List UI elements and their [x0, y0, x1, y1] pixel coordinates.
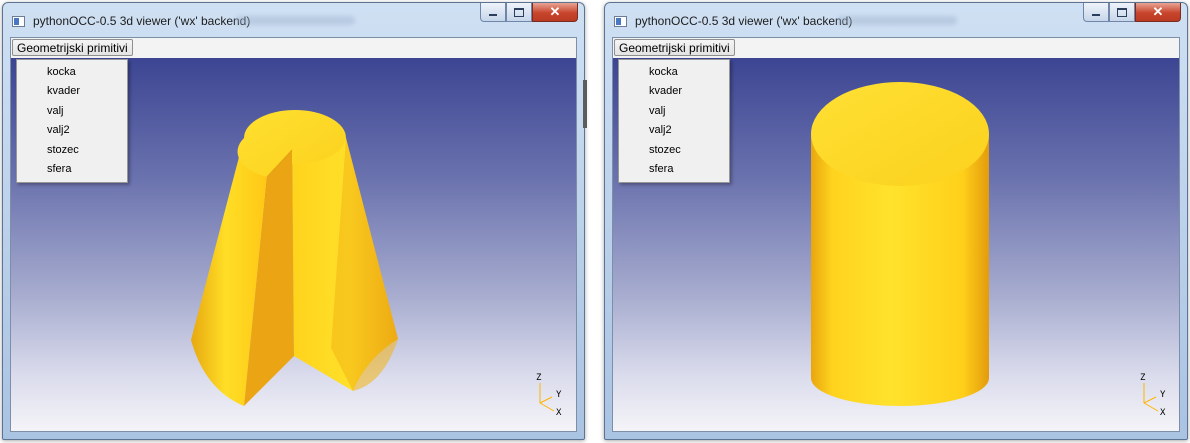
maximize-button[interactable]: [1109, 3, 1135, 22]
axis-x-label: X: [1160, 408, 1166, 417]
axis-triad: Z Y X: [1140, 373, 1166, 417]
menu-item-stozec[interactable]: stozec: [619, 141, 729, 160]
menu-item-sfera[interactable]: sfera: [619, 160, 729, 179]
minimize-icon: [489, 13, 497, 16]
maximize-button[interactable]: [506, 3, 532, 22]
viewer-window-left: pythonOCC-0.5 3d viewer ('wx' backend) ✕…: [2, 2, 585, 440]
client-area: Geometrijski primitivi Z Y X kocka kvade…: [612, 37, 1180, 432]
background-window-edge: [583, 80, 587, 128]
title-bar[interactable]: pythonOCC-0.5 3d viewer ('wx' backend) ✕: [3, 3, 584, 37]
menu-item-valj2[interactable]: valj2: [619, 121, 729, 140]
axis-z-label: Z: [1140, 373, 1146, 383]
axis-x-label: X: [556, 408, 562, 417]
background-window-title-blur: [235, 16, 355, 25]
menu-item-valj[interactable]: valj: [619, 102, 729, 121]
window-title: pythonOCC-0.5 3d viewer ('wx' backend): [33, 14, 251, 28]
window-controls: ✕: [1083, 3, 1181, 23]
menu-bar: Geometrijski primitivi: [613, 38, 1179, 58]
axis-y-label: Y: [1160, 390, 1166, 400]
menu-item-kvader[interactable]: kvader: [17, 82, 127, 101]
client-area: Geometrijski primitivi Z Y X kocka kvade…: [10, 37, 577, 432]
axis-z-label: Z: [536, 373, 542, 383]
background-window-title-blur: [837, 16, 957, 25]
viewer-window-right: pythonOCC-0.5 3d viewer ('wx' backend) ✕…: [604, 2, 1188, 440]
close-button[interactable]: ✕: [532, 3, 578, 22]
menu-item-valj2[interactable]: valj2: [17, 121, 127, 140]
maximize-icon: [514, 7, 524, 17]
close-icon: ✕: [1152, 4, 1164, 19]
menu-item-kvader[interactable]: kvader: [619, 82, 729, 101]
window-controls: ✕: [480, 3, 578, 23]
axis-y-label: Y: [556, 390, 562, 400]
close-button[interactable]: ✕: [1135, 3, 1181, 22]
menu-item-stozec[interactable]: stozec: [17, 141, 127, 160]
window-title: pythonOCC-0.5 3d viewer ('wx' backend): [635, 14, 853, 28]
menu-item-kocka[interactable]: kocka: [17, 63, 127, 82]
dropdown-menu: kocka kvader valj valj2 stozec sfera: [16, 59, 128, 183]
title-bar[interactable]: pythonOCC-0.5 3d viewer ('wx' backend) ✕: [605, 3, 1187, 37]
menu-bar: Geometrijski primitivi: [11, 38, 576, 58]
dropdown-menu: kocka kvader valj valj2 stozec sfera: [618, 59, 730, 183]
axis-triad: Z Y X: [536, 373, 562, 417]
menu-item-kocka[interactable]: kocka: [619, 63, 729, 82]
app-icon: [12, 16, 25, 27]
close-icon: ✕: [549, 4, 561, 19]
app-icon: [614, 16, 627, 27]
menu-item-sfera[interactable]: sfera: [17, 160, 127, 179]
minimize-button[interactable]: [480, 3, 506, 22]
menu-item-valj[interactable]: valj: [17, 102, 127, 121]
menu-geometrijski-primitivi[interactable]: Geometrijski primitivi: [12, 39, 133, 56]
maximize-icon: [1117, 7, 1127, 17]
minimize-button[interactable]: [1083, 3, 1109, 22]
minimize-icon: [1092, 13, 1100, 16]
menu-geometrijski-primitivi[interactable]: Geometrijski primitivi: [614, 39, 735, 56]
